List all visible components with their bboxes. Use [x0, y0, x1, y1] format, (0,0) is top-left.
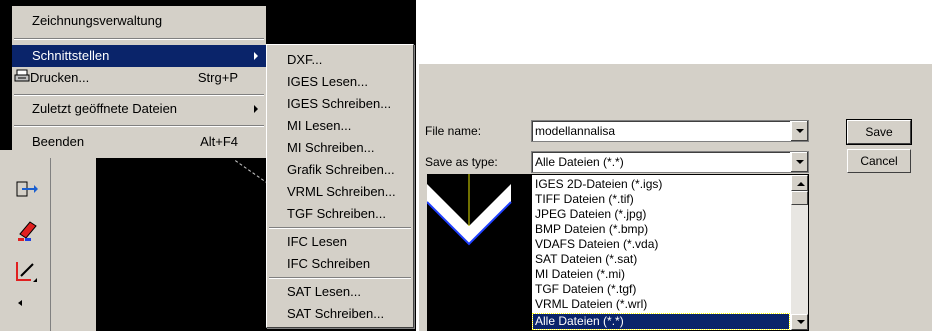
menu-item-drucken[interactable]: Drucken... Strg+P [12, 67, 266, 89]
list-item[interactable]: BMP Dateien (*.bmp) [533, 222, 789, 237]
submenu-item-sat-schreiben[interactable]: SAT Schreiben... [267, 303, 413, 325]
submenu-item-label: MI Schreiben... [287, 140, 375, 155]
file-name-label: File name: [425, 124, 482, 138]
file-menu: Zeichnungsverwaltung Schnittstellen Druc… [12, 6, 266, 158]
cancel-button[interactable]: Cancel [847, 149, 911, 173]
schnittstellen-submenu: DXF... IGES Lesen... IGES Schreiben... M… [266, 44, 414, 328]
save-as-type-dropdown-button[interactable] [790, 152, 808, 172]
save-button[interactable]: Save [846, 119, 912, 145]
list-item[interactable]: JPEG Dateien (*.jpg) [533, 207, 789, 222]
list-item[interactable]: VDAFS Dateien (*.vda) [533, 237, 789, 252]
toolbar-divider [50, 150, 51, 331]
submenu-item-grafik-schreiben[interactable]: Grafik Schreiben... [267, 159, 413, 181]
submenu-item-iges-lesen[interactable]: IGES Lesen... [267, 71, 413, 93]
submenu-item-label: DXF... [287, 52, 323, 67]
menu-separator [14, 125, 264, 127]
pen-tool-icon[interactable] [12, 258, 40, 284]
menu-item-beenden[interactable]: Beenden Alt+F4 [12, 131, 266, 153]
menu-separator [269, 227, 411, 229]
menu-item-label: Beenden [32, 134, 85, 149]
submenu-item-label: IFC Lesen [287, 234, 347, 249]
submenu-arrow-icon [254, 52, 258, 60]
printer-icon [14, 68, 30, 90]
eraser-icon[interactable] [12, 218, 40, 244]
submenu-item-label: VRML Schreiben... [287, 184, 396, 199]
submenu-item-vrml-schreiben[interactable]: VRML Schreiben... [267, 181, 413, 203]
menu-item-label: Drucken... [30, 70, 90, 85]
save-as-type-combobox[interactable]: Alle Dateien (*.*) [531, 151, 809, 173]
cad-window: Zeichnungsverwaltung Schnittstellen Druc… [0, 0, 416, 331]
list-item[interactable]: IGES 2D-Dateien (*.igs) [533, 177, 789, 192]
submenu-item-iges-schreiben[interactable]: IGES Schreiben... [267, 93, 413, 115]
submenu-item-label: IGES Schreiben... [287, 96, 392, 111]
submenu-item-label: SAT Schreiben... [287, 306, 385, 321]
submenu-item-tgf-schreiben[interactable]: TGF Schreiben... [267, 203, 413, 225]
menu-item-label: Zeichnungsverwaltung [32, 13, 163, 28]
submenu-arrow-icon [254, 105, 258, 113]
menu-separator [269, 277, 411, 279]
submenu-item-mi-schreiben[interactable]: MI Schreiben... [267, 137, 413, 159]
save-as-type-label: Save as type: [425, 155, 498, 169]
submenu-item-label: MI Lesen... [287, 118, 352, 133]
list-item[interactable]: TIFF Dateien (*.tif) [533, 192, 789, 207]
tool-palette [0, 150, 96, 331]
chevron-down-icon [796, 160, 804, 164]
menu-shortcut: Alt+F4 [200, 134, 238, 149]
file-name-value: modellannalisa [535, 124, 616, 138]
scroll-down-button[interactable] [791, 314, 808, 330]
menu-separator [14, 94, 264, 96]
submenu-item-ifc-schreiben[interactable]: IFC Schreiben [267, 253, 413, 275]
menu-item-label: Schnittstellen [32, 48, 110, 63]
listbox-scrollbar[interactable] [791, 175, 808, 330]
menu-item-zeichnungsverwaltung[interactable]: Zeichnungsverwaltung [12, 10, 266, 32]
chevron-down-icon [796, 129, 804, 133]
import-tool-icon[interactable] [12, 178, 40, 204]
submenu-item-sat-lesen[interactable]: SAT Lesen... [267, 281, 413, 303]
list-item[interactable]: SAT Dateien (*.sat) [533, 252, 789, 267]
menu-shortcut: Strg+P [197, 70, 238, 85]
scroll-up-button[interactable] [791, 175, 808, 191]
menu-separator [14, 38, 264, 40]
chevron-down-icon [797, 320, 805, 324]
file-name-combobox[interactable]: modellannalisa [531, 120, 809, 142]
submenu-item-label: IFC Schreiben [287, 256, 371, 271]
list-item[interactable]: MI Dateien (*.mi) [533, 267, 789, 282]
submenu-item-ifc-lesen[interactable]: IFC Lesen [267, 231, 413, 253]
menu-item-zuletzt-geoeffnet[interactable]: Zuletzt geöffnete Dateien [12, 98, 266, 120]
submenu-item-label: IGES Lesen... [287, 74, 368, 89]
scroll-left-icon[interactable] [12, 290, 30, 316]
list-item-selected[interactable]: Alle Dateien (*.*) [532, 313, 790, 330]
menu-item-label: Zuletzt geöffnete Dateien [32, 101, 178, 116]
list-item[interactable]: TGF Dateien (*.tgf) [533, 282, 789, 297]
file-type-listbox[interactable]: IGES 2D-Dateien (*.igs) TIFF Dateien (*.… [531, 174, 809, 331]
chevron-up-icon [797, 182, 805, 186]
submenu-item-dxf[interactable]: DXF... [267, 49, 413, 71]
save-as-type-value: Alle Dateien (*.*) [535, 155, 624, 169]
file-name-dropdown-button[interactable] [790, 121, 808, 141]
submenu-item-mi-lesen[interactable]: MI Lesen... [267, 115, 413, 137]
save-dialog: File name: modellannalisa Save as type: … [419, 64, 932, 331]
submenu-item-label: Grafik Schreiben... [287, 162, 395, 177]
menu-item-schnittstellen[interactable]: Schnittstellen [12, 45, 266, 67]
preview-shape [427, 174, 512, 246]
list-item[interactable]: VRML Dateien (*.wrl) [533, 297, 789, 312]
model-preview [427, 174, 531, 331]
submenu-item-label: SAT Lesen... [287, 284, 361, 299]
submenu-item-label: TGF Schreiben... [287, 206, 386, 221]
scroll-thumb[interactable] [791, 191, 808, 205]
